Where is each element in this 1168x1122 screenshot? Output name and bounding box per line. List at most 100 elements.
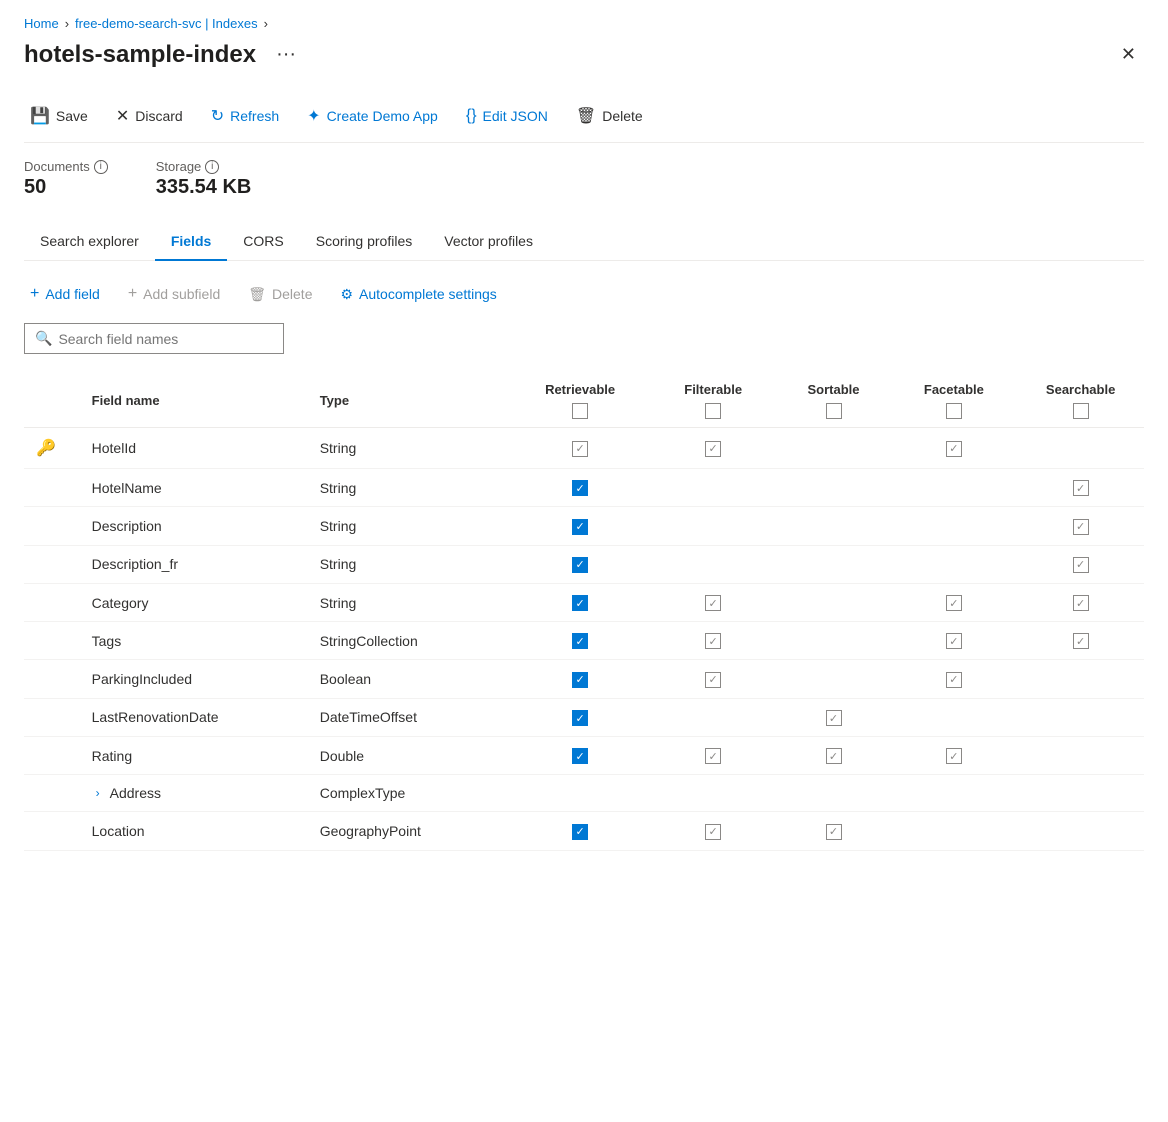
autocomplete-settings-button[interactable]: ⚙ Autocomplete settings xyxy=(334,282,502,307)
retrievable-cell xyxy=(510,812,649,850)
tab-scoring-profiles[interactable]: Scoring profiles xyxy=(300,223,429,261)
header-facetable-checkbox[interactable] xyxy=(946,403,962,419)
header-filterable-checkbox[interactable] xyxy=(705,403,721,419)
delete-button[interactable]: 🗑 Delete xyxy=(570,102,649,130)
checkbox[interactable] xyxy=(1073,595,1089,611)
checkbox[interactable] xyxy=(572,519,588,535)
checkbox[interactable] xyxy=(572,595,588,611)
sortable-cell xyxy=(777,812,891,850)
checkbox[interactable] xyxy=(826,824,842,840)
sortable-cell xyxy=(777,428,891,469)
field-name-cell: ›Address xyxy=(80,775,308,812)
icon-cell xyxy=(24,545,80,583)
header-searchable-checkbox[interactable] xyxy=(1073,403,1089,419)
field-type-cell: DateTimeOffset xyxy=(308,698,511,736)
checkbox[interactable] xyxy=(1073,557,1089,573)
icon-cell xyxy=(24,622,80,660)
checkbox[interactable] xyxy=(572,710,588,726)
tab-search-explorer[interactable]: Search explorer xyxy=(24,223,155,261)
storage-value: 335.54 KB xyxy=(156,176,252,199)
tab-fields[interactable]: Fields xyxy=(155,223,227,261)
checkbox[interactable] xyxy=(572,480,588,496)
add-subfield-button[interactable]: + Add subfield xyxy=(122,281,226,307)
breadcrumb-service[interactable]: free-demo-search-svc | Indexes xyxy=(75,16,258,31)
field-name: Description xyxy=(92,518,162,534)
icon-cell xyxy=(24,812,80,850)
checkbox[interactable] xyxy=(572,824,588,840)
checkbox[interactable] xyxy=(1073,633,1089,649)
header-retrievable-checkbox[interactable] xyxy=(572,403,588,419)
page-title: hotels-sample-index xyxy=(24,41,256,69)
ellipsis-button[interactable]: ··· xyxy=(268,39,304,70)
checkbox[interactable] xyxy=(946,441,962,457)
checkbox[interactable] xyxy=(705,824,721,840)
checkbox[interactable] xyxy=(826,710,842,726)
checkbox[interactable] xyxy=(572,441,588,457)
field-name-cell: Description xyxy=(80,507,308,545)
checkbox[interactable] xyxy=(705,595,721,611)
refresh-button[interactable]: ↻ Refresh xyxy=(205,102,285,130)
refresh-icon: ↻ xyxy=(211,106,224,126)
delete-field-button[interactable]: 🗑 Delete xyxy=(242,282,318,307)
checkbox[interactable] xyxy=(946,633,962,649)
expand-button[interactable]: › xyxy=(92,786,104,800)
th-retrievable: Retrievable xyxy=(510,374,649,428)
checkbox[interactable] xyxy=(946,672,962,688)
checkbox[interactable] xyxy=(946,595,962,611)
storage-label: Storage xyxy=(156,159,202,174)
add-field-button[interactable]: + Add field xyxy=(24,281,106,307)
field-name-cell: Rating xyxy=(80,737,308,775)
checkbox[interactable] xyxy=(946,748,962,764)
field-type-cell: Boolean xyxy=(308,660,511,698)
checkbox[interactable] xyxy=(1073,480,1089,496)
add-field-icon: + xyxy=(30,285,39,303)
tab-vector-profiles[interactable]: Vector profiles xyxy=(428,223,549,261)
search-field-names-input[interactable] xyxy=(58,331,273,347)
tab-cors[interactable]: CORS xyxy=(227,223,299,261)
close-button[interactable]: ✕ xyxy=(1113,40,1144,69)
checkbox[interactable] xyxy=(572,633,588,649)
field-type: String xyxy=(320,440,357,456)
filterable-cell xyxy=(650,469,777,507)
field-name-cell: HotelName xyxy=(80,469,308,507)
retrievable-cell xyxy=(510,545,649,583)
checkbox[interactable] xyxy=(572,748,588,764)
field-type-cell: Double xyxy=(308,737,511,775)
field-type: StringCollection xyxy=(320,633,418,649)
checkbox[interactable] xyxy=(826,748,842,764)
edit-json-button[interactable]: {} Edit JSON xyxy=(460,103,554,129)
checkbox[interactable] xyxy=(705,441,721,457)
key-icon: 🔑 xyxy=(36,440,56,457)
checkbox[interactable] xyxy=(572,557,588,573)
field-name-cell: Description_fr xyxy=(80,545,308,583)
field-name: ParkingIncluded xyxy=(92,671,192,687)
save-button[interactable]: 💾 Save xyxy=(24,102,94,130)
storage-info-icon[interactable]: i xyxy=(205,160,219,174)
discard-icon: ✕ xyxy=(116,106,129,126)
checkbox[interactable] xyxy=(705,672,721,688)
sortable-cell xyxy=(777,698,891,736)
searchable-cell xyxy=(1017,545,1144,583)
sortable-cell xyxy=(777,545,891,583)
header-sortable-checkbox[interactable] xyxy=(826,403,842,419)
field-type-cell: String xyxy=(308,428,511,469)
discard-button[interactable]: ✕ Discard xyxy=(110,102,189,130)
sortable-cell xyxy=(777,583,891,621)
create-demo-app-button[interactable]: ✦ Create Demo App xyxy=(301,102,444,130)
tabs: Search explorer Fields CORS Scoring prof… xyxy=(24,223,1144,261)
retrievable-cell xyxy=(510,469,649,507)
field-type-cell: GeographyPoint xyxy=(308,812,511,850)
icon-cell xyxy=(24,507,80,545)
documents-info-icon[interactable]: i xyxy=(94,160,108,174)
checkbox[interactable] xyxy=(705,633,721,649)
checkbox[interactable] xyxy=(705,748,721,764)
checkbox[interactable] xyxy=(572,672,588,688)
table-row: ›Address ComplexType xyxy=(24,775,1144,812)
icon-cell xyxy=(24,775,80,812)
breadcrumb-home[interactable]: Home xyxy=(24,16,59,31)
table-row: 🔑 HotelId String xyxy=(24,428,1144,469)
field-type-cell: String xyxy=(308,469,511,507)
searchable-cell xyxy=(1017,622,1144,660)
checkbox[interactable] xyxy=(1073,519,1089,535)
table-row: LastRenovationDate DateTimeOffset xyxy=(24,698,1144,736)
